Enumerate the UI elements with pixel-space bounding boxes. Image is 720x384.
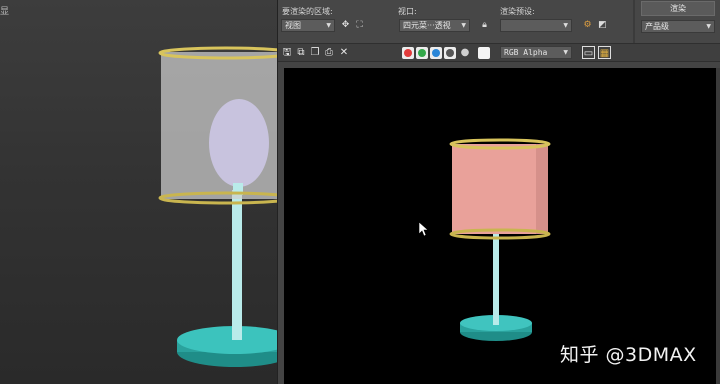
environment-icon[interactable]: ◩ [596,19,609,32]
color-swatch-icon[interactable] [478,47,490,59]
green-channel-toggle[interactable] [416,47,428,59]
rendered-lamp [418,138,551,341]
rendered-image-canvas[interactable] [284,68,716,384]
mouse-cursor-icon [418,221,429,237]
render-quality-dropdown[interactable]: 产品级 ▼ [641,20,715,33]
render-preset-dropdown[interactable]: ▼ [500,19,572,32]
chevron-down-icon: ▼ [461,22,466,29]
lamp-bulb [209,99,269,187]
alpha-channel-toggle[interactable] [444,47,456,59]
viewport-lamp-model [158,46,279,367]
chevron-down-icon: ▼ [563,49,568,56]
toggle-ui-icon[interactable]: ▭ [582,46,595,59]
area-to-render-label: 要渲染的区域: [282,7,333,16]
blue-channel-toggle[interactable] [430,47,442,59]
render-frame-toolbar: 🖫 ⧉ ❐ ⎙ ✕ ● RGB Alpha ▼ ▭ ▦ [278,43,720,62]
render-settings-panel: 要渲染的区域: 视图 ▼ ✥ ⛶ 视口: 四元菜···透视 ▼ 🔒︎ 渲染预设: ▼… [278,0,720,43]
clear-icon[interactable]: ✕ [338,46,350,59]
print-icon[interactable]: ⎙ [323,46,335,59]
region-icon[interactable]: ✥ [339,19,352,32]
frame-window-icon[interactable]: ▦ [598,46,611,59]
green-channel-icon [418,49,426,57]
panel-divider [633,0,635,43]
watermark-text: 知乎 @3DMAX [560,344,697,366]
mono-icon[interactable]: ● [459,46,471,59]
crop-icon[interactable]: ⛶ [353,19,366,32]
channel-display-dropdown[interactable]: RGB Alpha ▼ [500,46,572,59]
lock-icon[interactable]: 🔒︎ [478,19,491,32]
perspective-viewport[interactable]: 显 [0,0,279,384]
area-to-render-dropdown[interactable]: 视图 ▼ [281,19,335,32]
chevron-down-icon: ▼ [706,23,711,30]
blue-channel-icon [432,49,440,57]
render-pole [493,234,499,325]
chevron-down-icon: ▼ [326,22,331,29]
alpha-channel-icon [446,49,454,57]
render-button[interactable]: 渲染 [641,1,715,16]
render-shade-body [452,144,548,234]
red-channel-icon [404,49,412,57]
render-frame-window: 要渲染的区域: 视图 ▼ ✥ ⛶ 视口: 四元菜···透视 ▼ 🔒︎ 渲染预设: ▼… [277,0,720,384]
render-preset-label: 渲染预设: [500,7,535,16]
chevron-down-icon: ▼ [563,22,568,29]
red-channel-toggle[interactable] [402,47,414,59]
render-setup-icon[interactable]: ⚙ [581,19,594,32]
viewport-dropdown[interactable]: 四元菜···透视 ▼ [399,19,470,32]
viewport-label: 视口: [398,7,417,16]
clone-window-icon[interactable]: ❐ [309,46,321,59]
render-shade-shadow [536,144,548,234]
save-icon[interactable]: 🖫 [281,46,293,59]
lamp-pole [232,190,242,340]
render-area-scrollbar[interactable] [716,68,720,384]
copy-icon[interactable]: ⧉ [295,46,307,59]
